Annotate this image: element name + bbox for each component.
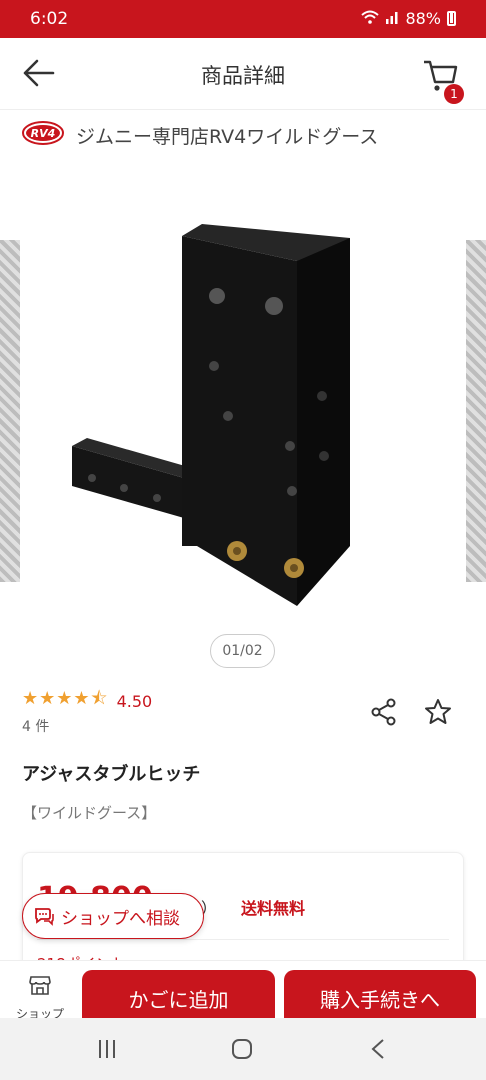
- system-back-icon[interactable]: [370, 1038, 386, 1060]
- bottom-action-bar: ショップ かごに追加 購入手続きへ: [0, 960, 486, 1030]
- page-title: 商品詳細: [201, 64, 285, 88]
- product-title: アジャスタブルヒッチ: [22, 764, 201, 785]
- svg-text:RV4: RV4: [31, 127, 56, 140]
- next-image-preview[interactable]: [466, 240, 486, 582]
- storefront-icon: [29, 976, 51, 995]
- favorite-star-icon[interactable]: [424, 698, 452, 726]
- rating-stars: ★★★★⯪: [22, 688, 109, 709]
- rating-value: 4.50: [116, 691, 153, 711]
- consult-label: ショップへ相談: [61, 908, 180, 929]
- signal-icon: [385, 9, 399, 28]
- cart-badge: 1: [444, 84, 464, 104]
- system-nav-bar: [0, 1018, 486, 1080]
- prev-image-preview[interactable]: [0, 240, 20, 582]
- chat-bubble-icon: [35, 908, 54, 926]
- product-image-gallery[interactable]: [0, 156, 486, 626]
- divider: [37, 939, 449, 940]
- product-image: [72, 224, 350, 606]
- app-header: 商品詳細 1: [0, 38, 486, 110]
- recent-apps-icon[interactable]: [96, 1038, 118, 1060]
- shop-tab-button[interactable]: ショップ: [0, 961, 80, 1021]
- battery-percent: 88%: [405, 9, 441, 28]
- shop-link[interactable]: RV4 ジムニー専門店RV4ワイルドグース: [0, 110, 486, 156]
- share-icon[interactable]: [370, 698, 398, 726]
- status-icons: 88%: [361, 9, 456, 28]
- home-icon[interactable]: [231, 1038, 253, 1060]
- review-count[interactable]: 4 件: [22, 716, 49, 736]
- shop-logo: RV4: [22, 121, 64, 145]
- free-shipping-label: 送料無料: [241, 899, 306, 918]
- rating-row[interactable]: ★★★★⯪ 4.50: [22, 686, 152, 716]
- brand-name[interactable]: 【ワイルドグース】: [22, 802, 156, 823]
- wifi-icon: [361, 9, 380, 28]
- consult-shop-button[interactable]: ショップへ相談: [22, 893, 204, 939]
- image-pager: 01/02: [210, 634, 275, 668]
- shop-name: ジムニー専門店RV4ワイルドグース: [76, 126, 379, 148]
- status-time: 6:02: [30, 9, 69, 29]
- status-bar: 6:02 88%: [0, 0, 486, 38]
- battery-icon: [447, 11, 456, 26]
